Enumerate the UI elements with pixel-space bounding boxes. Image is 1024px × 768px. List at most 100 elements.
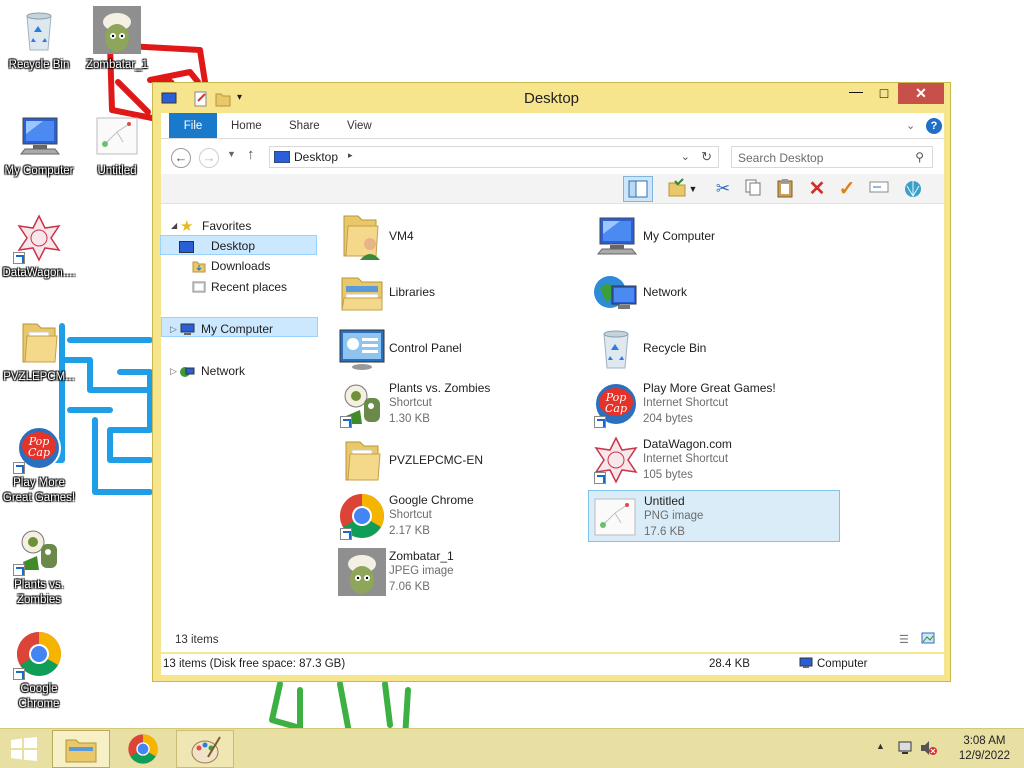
svg-text:Cap: Cap	[605, 402, 627, 415]
checkmark-icon[interactable]: ✓	[835, 178, 859, 200]
maximize-button[interactable]: □	[870, 83, 898, 104]
tab-file[interactable]: File	[169, 113, 217, 138]
rename-icon[interactable]	[867, 178, 891, 200]
copy-icon[interactable]	[741, 178, 765, 200]
datawagon-icon	[592, 436, 640, 484]
item-control-panel[interactable]: Control Panel	[336, 322, 588, 374]
nav-item-recent-places[interactable]: Recent places	[160, 277, 317, 297]
nav-label: Downloads	[211, 259, 271, 273]
start-button[interactable]	[10, 737, 38, 764]
refresh-icon[interactable]: ↻	[701, 149, 712, 165]
desktop-icon-datawagon[interactable]: DataWagon....	[0, 214, 78, 281]
minimize-button[interactable]: —	[842, 83, 870, 104]
nav-item-network[interactable]: ▷ Network	[160, 361, 317, 381]
shortcut-arrow-icon	[340, 416, 352, 428]
up-button[interactable]: ↑	[247, 146, 255, 163]
nav-item-my-computer[interactable]: ▷ My Computer	[160, 319, 317, 339]
nav-label: Network	[201, 364, 246, 378]
select-folder-icon[interactable]	[665, 178, 689, 200]
item-name: Control Panel	[389, 341, 462, 355]
desktop-icon-label: Untitled	[97, 165, 137, 177]
network-tray-icon[interactable]	[897, 740, 913, 759]
preview-pane-icon[interactable]	[623, 176, 653, 202]
tab-view[interactable]: View	[347, 113, 372, 138]
large-icons-view-icon[interactable]	[921, 632, 935, 647]
cut-icon[interactable]: ✂	[711, 178, 735, 200]
item-vm4[interactable]: VM4	[336, 210, 588, 262]
item-network[interactable]: Network	[590, 266, 842, 318]
desktop-icon-my-computer[interactable]: My Computer	[0, 112, 78, 179]
item-my-computer[interactable]: My Computer	[590, 210, 842, 262]
item-type: PNG image	[644, 510, 704, 522]
item-google-chrome[interactable]: Google Chrome Shortcut 2.17 KB	[336, 490, 588, 542]
nav-item-desktop[interactable]: Desktop	[160, 235, 317, 255]
taskbar-chrome[interactable]	[114, 730, 172, 768]
command-toolbar: ▼ ✂ ✕ ✓	[161, 174, 944, 204]
desktop-location-icon	[273, 150, 291, 166]
item-recycle-bin[interactable]: Recycle Bin	[590, 322, 842, 374]
desktop-icon-untitled[interactable]: Untitled	[78, 112, 156, 179]
desktop-icon-label: Plants vs. Zombies	[14, 579, 64, 606]
expand-arrow-icon[interactable]: ▷	[170, 319, 177, 339]
zombie-image-icon	[338, 548, 386, 596]
item-play-more-great-games[interactable]: Pop Cap Play More Great Games! Internet S…	[590, 378, 842, 430]
forward-button[interactable]: →	[199, 148, 219, 168]
show-hidden-icons-icon[interactable]: ▲	[876, 741, 885, 751]
desktop-icon-popcap[interactable]: Pop Cap Play More Great Games!	[0, 424, 78, 506]
folder-options-dropdown-icon[interactable]: ▼	[687, 178, 699, 200]
expand-arrow-icon[interactable]: ▷	[170, 361, 177, 381]
title-bar[interactable]: ▾ Desktop — □ ✕	[153, 83, 950, 113]
system-clock[interactable]: 3:08 AM 12/9/2022	[959, 734, 1010, 764]
close-button[interactable]: ✕	[898, 83, 944, 104]
help-icon[interactable]: ?	[926, 118, 942, 134]
expand-ribbon-icon[interactable]: ⌄	[906, 113, 915, 138]
item-name: Plants vs. Zombies	[389, 381, 491, 395]
nav-downloads-placeholder	[161, 427, 318, 447]
details-view-icon[interactable]: ☰	[899, 633, 909, 646]
recent-locations-icon[interactable]: ▼	[227, 149, 236, 159]
item-type: Shortcut	[389, 397, 432, 409]
address-dropdown-icon[interactable]: ⌄	[681, 150, 690, 163]
desktop-icon-zombatar[interactable]: Zombatar_1	[78, 6, 156, 73]
tab-share[interactable]: Share	[289, 113, 320, 138]
folder-icon	[338, 436, 386, 484]
desktop-icon-label: Google Chrome	[18, 683, 60, 710]
plants-vs-zombies-icon	[13, 526, 63, 576]
search-icon[interactable]: ⚲	[915, 150, 924, 164]
desktop-icon-recycle-bin[interactable]: Recycle Bin	[0, 6, 78, 73]
desktop-icon-pvzlepcm[interactable]: PVZLEPCM...	[0, 318, 78, 385]
item-plants-vs-zombies[interactable]: Plants vs. Zombies Shortcut 1.30 KB	[336, 378, 588, 430]
tab-home[interactable]: Home	[231, 113, 262, 138]
search-input[interactable]: Search Desktop ⚲	[731, 146, 933, 168]
item-untitled[interactable]: Untitled PNG image 17.6 KB	[588, 490, 840, 542]
shell-icon[interactable]	[901, 178, 925, 200]
taskbar-paint[interactable]	[176, 730, 234, 768]
back-button[interactable]: ←	[171, 148, 191, 168]
breadcrumb-chevron-icon[interactable]: ▸	[348, 150, 353, 161]
item-zombatar[interactable]: Zombatar_1 JPEG image 7.06 KB	[336, 546, 588, 598]
taskbar-file-explorer[interactable]	[52, 730, 110, 768]
item-libraries[interactable]: Libraries	[336, 266, 588, 318]
nav-item-downloads[interactable]: Downloads	[160, 256, 317, 276]
delete-icon[interactable]: ✕	[805, 178, 829, 200]
shortcut-arrow-icon	[13, 564, 25, 576]
desktop-icon-google-chrome[interactable]: Google Chrome	[0, 630, 78, 712]
item-name: VM4	[389, 229, 414, 243]
desktop-icon-plants-vs-zombies[interactable]: Plants vs. Zombies	[0, 526, 78, 608]
item-name: Libraries	[389, 285, 436, 299]
volume-muted-icon[interactable]	[920, 740, 938, 759]
item-name: DataWagon.com	[643, 437, 732, 451]
ribbon-tabs: File Home Share View ⌄ ?	[161, 113, 944, 138]
item-pvzlepcmc-en[interactable]: PVZLEPCMC-EN	[336, 434, 588, 486]
address-bar[interactable]: Desktop ▸ ⌄ ↻	[269, 146, 719, 168]
nav-label: My Computer	[201, 322, 274, 336]
search-placeholder: Search Desktop	[738, 151, 824, 165]
desktop-icon-label: PVZLEPCM...	[3, 371, 75, 383]
desktop-icon-label: My Computer	[4, 165, 74, 177]
item-type: Shortcut	[389, 509, 432, 521]
item-datawagon[interactable]: DataWagon.com Internet Shortcut 105 byte…	[590, 434, 842, 486]
item-size: 204 bytes	[643, 413, 693, 425]
paste-icon[interactable]	[773, 178, 797, 200]
clock-date: 12/9/2022	[958, 750, 1010, 762]
png-image-icon	[93, 112, 141, 160]
